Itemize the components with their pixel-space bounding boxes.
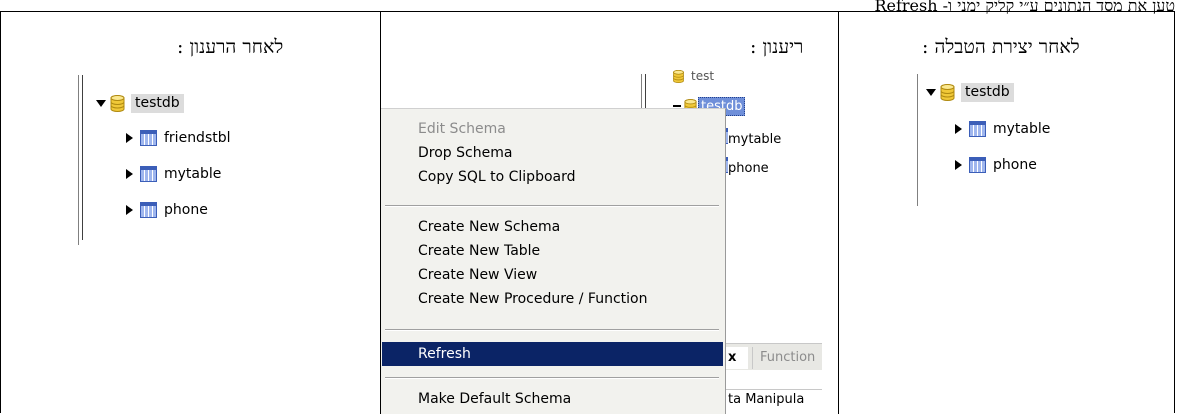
menu-separator [385,205,719,207]
column-title-after-refresh: לאחר הרענון : [177,36,284,58]
tree-node-table[interactable]: mytable [126,163,221,185]
menu-item-refresh[interactable]: Refresh [382,342,723,366]
menu-item-create-view[interactable]: Create New View [382,263,723,287]
triangle-right-icon[interactable] [955,160,962,170]
tree-node-table[interactable]: phone [126,199,208,221]
menu-item-create-schema[interactable]: Create New Schema [382,215,723,239]
table-label: mytable [728,131,782,147]
db-label-partial: test [691,69,715,83]
db-label: testdb [131,93,184,113]
column-title-after-create: לאחר יצירת הטבלה : [922,36,1080,58]
menu-item-make-default-schema[interactable]: Make Default Schema [382,387,723,411]
tab-active[interactable]: x [726,347,748,369]
tree-node-table[interactable]: friendstbl [126,127,231,149]
table-icon [969,121,986,137]
table-label: mytable [164,166,222,182]
tree-border-inner [645,74,646,110]
menu-item-edit-schema[interactable]: Edit Schema [382,117,723,141]
table-label: phone [728,160,769,176]
table-icon [969,157,986,173]
triangle-down-icon[interactable] [96,99,106,107]
table-label: mytable [993,121,1051,137]
triangle-right-icon[interactable] [126,169,133,179]
tree-node-table[interactable]: mytable [728,128,781,150]
table-label: phone [993,157,1037,173]
triangle-down-icon[interactable] [926,88,936,96]
menu-separator [385,377,719,379]
table-icon [140,166,157,182]
column-divider-right [838,11,839,414]
menu-item-create-table[interactable]: Create New Table [382,239,723,263]
tree-node-db[interactable]: testdb [926,81,1014,103]
tree-node-table[interactable]: phone [955,154,1037,176]
database-icon [110,95,125,112]
tree-border [917,74,918,206]
tree-node-db[interactable]: testdb [96,92,184,114]
db-label: testdb [961,82,1014,102]
tab-functions[interactable]: Function [752,347,823,369]
triangle-right-icon[interactable] [955,124,962,134]
triangle-right-icon[interactable] [126,205,133,215]
tree-border [78,75,79,245]
table-icon [140,130,157,146]
tree-node-table[interactable]: phone [728,157,769,179]
menu-item-drop-schema[interactable]: Drop Schema [382,141,723,165]
tree-border-inner [82,75,83,240]
table-label: phone [164,202,208,218]
database-icon [940,84,955,101]
tree-node-db-partial[interactable]: test [672,69,714,83]
menu-separator [385,329,719,331]
tree-node-table[interactable]: mytable [955,118,1050,140]
panel-bottom-text: ta Manipula [726,389,822,410]
column-title-refresh: ריענון : [750,36,804,58]
database-icon [672,70,685,83]
menu-item-copy-sql[interactable]: Copy SQL to Clipboard [382,165,723,189]
context-menu: Edit Schema Drop Schema Copy SQL to Clip… [381,108,726,414]
table-icon [140,202,157,218]
triangle-right-icon[interactable] [126,133,133,143]
table-label: friendstbl [164,130,231,146]
menu-item-create-procedure[interactable]: Create New Procedure / Function [382,287,723,311]
collapse-icon[interactable] [673,105,681,107]
